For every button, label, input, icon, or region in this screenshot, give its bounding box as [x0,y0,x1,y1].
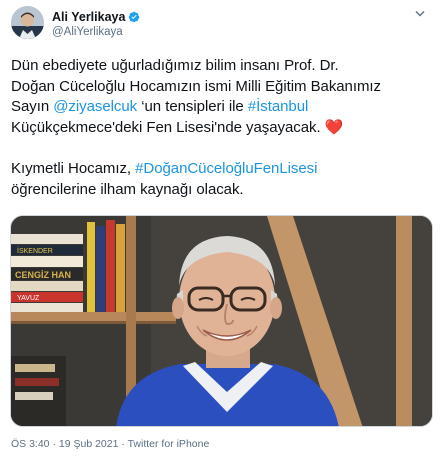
tweet-meta: ÖS 3:40 · 19 Şub 2021 · Twitter for iPho… [11,438,210,450]
tweet-line: Kıymetli Hocamız, #DoğanCüceloğluFenLise… [11,160,318,177]
tweet-date[interactable]: 19 Şub 2021 [59,438,119,450]
author-avatar[interactable] [11,6,44,39]
author-display-name[interactable]: Ali Yerlikaya [52,10,125,24]
mention-link[interactable]: @ziyaselcuk [53,98,137,115]
tweet-source[interactable]: Twitter for iPhone [128,438,210,450]
book-title: CENGİZ HAN [15,270,71,280]
tweet-line: Küçükçekmece'deki Fen Lisesi'nde yaşayac… [11,118,344,136]
book-title: YAVUZ [17,295,40,302]
shelf [11,312,176,321]
hashtag-istanbul-link[interactable]: #İstanbul [248,98,308,115]
chevron-down-icon[interactable] [415,10,425,18]
tweet-line: Doğan Cüceloğlu Hocamızın ismi Milli Eği… [11,77,381,95]
avatar-image [11,6,44,39]
heart-emoji-icon: ❤️ [324,118,344,136]
hashtag-school-link[interactable]: #DoğanCüceloğluFenLisesi [135,160,317,177]
tweet-line: Dün ebediyete uğurladığımız bilim insanı… [11,57,339,74]
tweet-line: Sayın @ziyaselcuk ‘un tensipleri ile #İs… [11,98,309,115]
portrait-photo: İSKENDER CENGİZ HAN YAVUZ [11,216,432,426]
book-title: İSKENDER [17,246,53,255]
tweet-line: öğrencilerine ilham kaynağı olacak. [11,180,244,198]
tweet-header: Ali Yerlikaya @AliYerlikaya [11,6,431,42]
tweet-time[interactable]: ÖS 3:40 [11,438,50,450]
verified-badge-icon [129,11,140,22]
tweet-photo[interactable]: İSKENDER CENGİZ HAN YAVUZ [10,215,433,427]
tweet-text: Dün ebediyete uğurladığımız bilim insanı… [11,56,435,200]
author-handle[interactable]: @AliYerlikaya [52,26,140,40]
author-info: Ali Yerlikaya @AliYerlikaya [52,9,140,40]
